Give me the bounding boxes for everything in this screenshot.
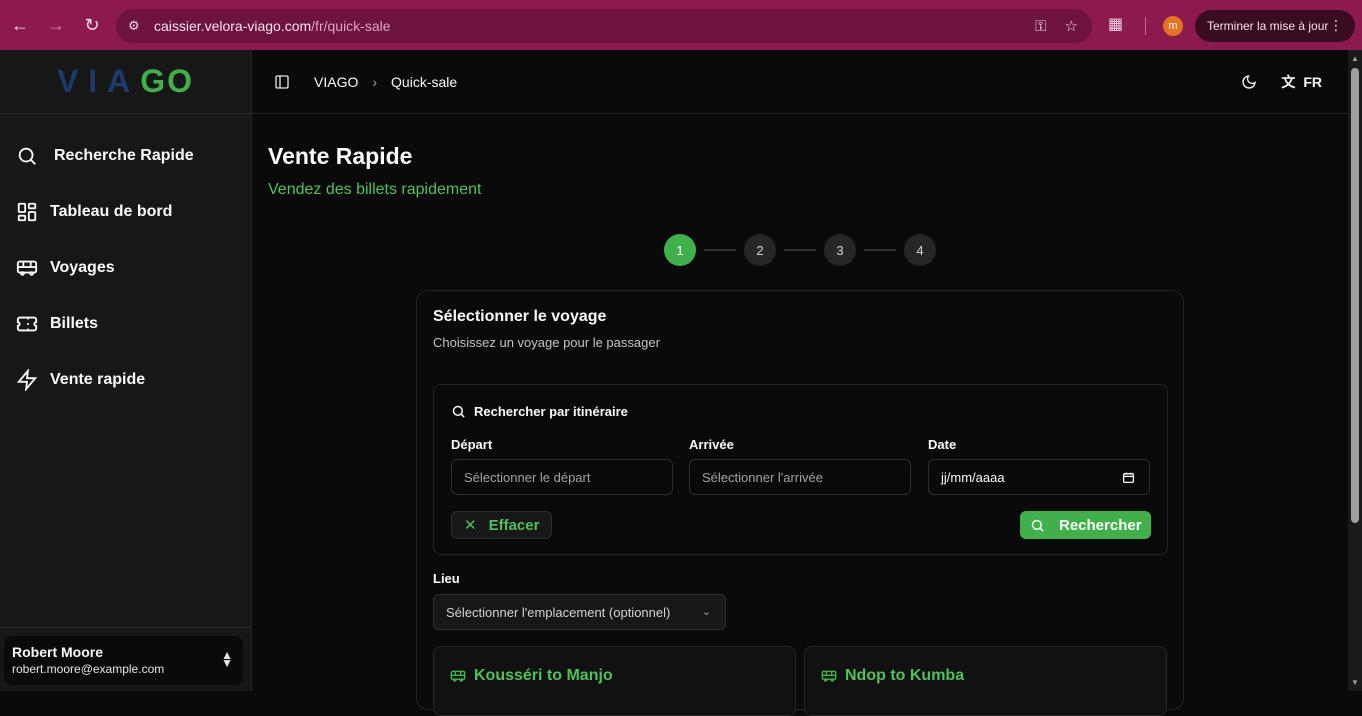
card-title: Sélectionner le voyage [433,308,607,325]
chevrons-up-down-icon: ▲ ▼ [221,648,233,670]
location-select[interactable]: Sélectionner l'emplacement (optionnel) ⌄ [433,594,726,630]
user-menu[interactable]: Robert Moore robert.moore@example.com ▲ ▼ [4,636,243,685]
step-4: 4 [904,234,936,266]
chevron-down-icon: ⌄ [701,606,711,618]
step-3: 3 [824,234,856,266]
arrival-select[interactable]: Sélectionner l'arrivée [689,459,911,495]
sidebar-item-tableau-de-bord[interactable]: Tableau de bord [0,184,251,240]
scrollbar-thumb[interactable] [1351,68,1359,523]
viago-logo[interactable]: VIA GO [0,50,251,114]
forward-icon[interactable]: → [38,7,74,43]
ticket-icon [16,316,38,332]
logo-go: GO [140,63,195,99]
sidebar-item-voyages[interactable]: Voyages [0,240,251,296]
toolbar-divider [1145,17,1146,35]
translate-icon: 文 [1281,74,1296,90]
update-browser-button[interactable]: Terminer la mise à jour ⋮ [1195,10,1355,42]
bus-icon [450,670,466,682]
sidebar-item-billets[interactable]: Billets [0,296,251,352]
breadcrumb-current: Quick-sale [391,73,458,90]
close-icon: ✕ [464,517,477,534]
bus-icon [16,260,38,276]
sidebar-toggle-icon[interactable] [274,74,290,90]
departure-label: Départ [451,437,493,452]
url-text: caissier.velora-viago.com/fr/quick-sale [154,18,391,34]
location-placeholder: Sélectionner l'emplacement (optionnel) [446,604,671,620]
password-key-icon[interactable]: ⚿ [1035,18,1046,35]
moon-icon[interactable] [1241,74,1257,90]
search-icon [452,405,465,418]
address-bar[interactable]: ⚙ caissier.velora-viago.com/fr/quick-sal… [116,9,1092,43]
page-subtitle: Vendez des billets rapidement [268,181,482,198]
step-connector [704,249,736,251]
back-icon[interactable]: ← [2,7,38,43]
breadcrumb-home[interactable]: VIAGO [314,74,358,90]
update-label: Terminer la mise à jour [1207,19,1329,33]
extensions-icon[interactable]: ▦ [1108,14,1123,34]
more-menu-icon[interactable]: ⋮ [1329,17,1343,34]
arrival-label: Arrivée [689,437,734,452]
sidebar-item-label: Tableau de bord [50,203,173,220]
sidebar-item-label: Voyages [50,259,115,276]
bus-icon [821,670,837,682]
language-switcher[interactable]: 文 FR [1281,72,1322,92]
reload-icon[interactable]: ↻ [74,7,110,43]
route-search-heading: Rechercher par itinéraire [451,404,628,419]
step-indicator: 1 2 3 4 [664,234,936,266]
calendar-icon[interactable] [1122,471,1135,484]
sidebar: VIA GO Recherche Rapide Tableau de bord V… [0,50,252,691]
scroll-up-icon[interactable]: ▲ [1351,54,1359,63]
route-search-panel: Rechercher par itinéraire Départ Sélecti… [433,384,1168,555]
breadcrumb: VIAGO › Quick-sale [314,74,457,90]
date-value: jj/mm/aaaa [941,469,1005,485]
search-button[interactable]: Rechercher [1020,511,1151,539]
date-label: Date [928,437,957,452]
sidebar-item-recherche-rapide[interactable]: Recherche Rapide [0,128,251,184]
date-input[interactable]: jj/mm/aaaa [928,459,1150,495]
trip-route: Ndop to Kumba [845,667,965,684]
arrival-placeholder: Sélectionner l'arrivée [702,469,823,485]
card-description: Choisissez un voyage pour le passager [433,335,660,350]
step-2: 2 [744,234,776,266]
user-name: Robert Moore [12,644,103,660]
location-label: Lieu [433,571,460,586]
dashboard-icon [17,202,37,222]
step-connector [864,249,896,251]
sidebar-item-vente-rapide[interactable]: Vente rapide [0,352,251,408]
trip-route: Kousséri to Manjo [474,667,613,684]
trip-title: Ndop to Kumba [821,667,964,685]
select-trip-card: Sélectionner le voyage Choisissez un voy… [416,290,1184,716]
step-connector [784,249,816,251]
bookmark-star-icon[interactable]: ☆ [1065,17,1078,35]
search-icon [18,147,36,165]
trip-title: Kousséri to Manjo [450,667,613,685]
trip-card[interactable]: Ndop to Kumba [804,646,1167,716]
page-header: VIAGO › Quick-sale 文 FR [252,50,1348,114]
page-scrollbar[interactable]: ▲ ▼ [1348,50,1362,691]
route-search-heading-text: Rechercher par itinéraire [474,404,628,419]
site-settings-icon[interactable]: ⚙ [128,18,148,34]
clear-button[interactable]: ✕ Effacer [451,511,552,539]
sidebar-item-label: Billets [50,315,99,332]
page-title: Vente Rapide [268,143,413,169]
departure-select[interactable]: Sélectionner le départ [451,459,673,495]
user-email: robert.moore@example.com [12,662,165,676]
sidebar-item-label: Vente rapide [50,371,146,388]
search-label: Rechercher [1059,516,1142,534]
departure-placeholder: Sélectionner le départ [464,469,591,485]
sidebar-nav: Recherche Rapide Tableau de bord Voyages… [0,114,251,408]
sidebar-divider [0,627,251,628]
profile-avatar[interactable]: m [1163,16,1183,36]
lightning-icon [16,369,38,391]
language-label: FR [1303,74,1322,90]
search-icon [1031,519,1044,532]
trip-card[interactable]: Kousséri to Manjo [433,646,796,716]
chevron-right-icon: › [372,73,378,90]
scroll-down-icon[interactable]: ▼ [1351,678,1359,687]
step-1: 1 [664,234,696,266]
logo-via: VIA [56,63,141,99]
sidebar-item-label: Recherche Rapide [54,147,194,164]
clear-label: Effacer [488,516,540,534]
